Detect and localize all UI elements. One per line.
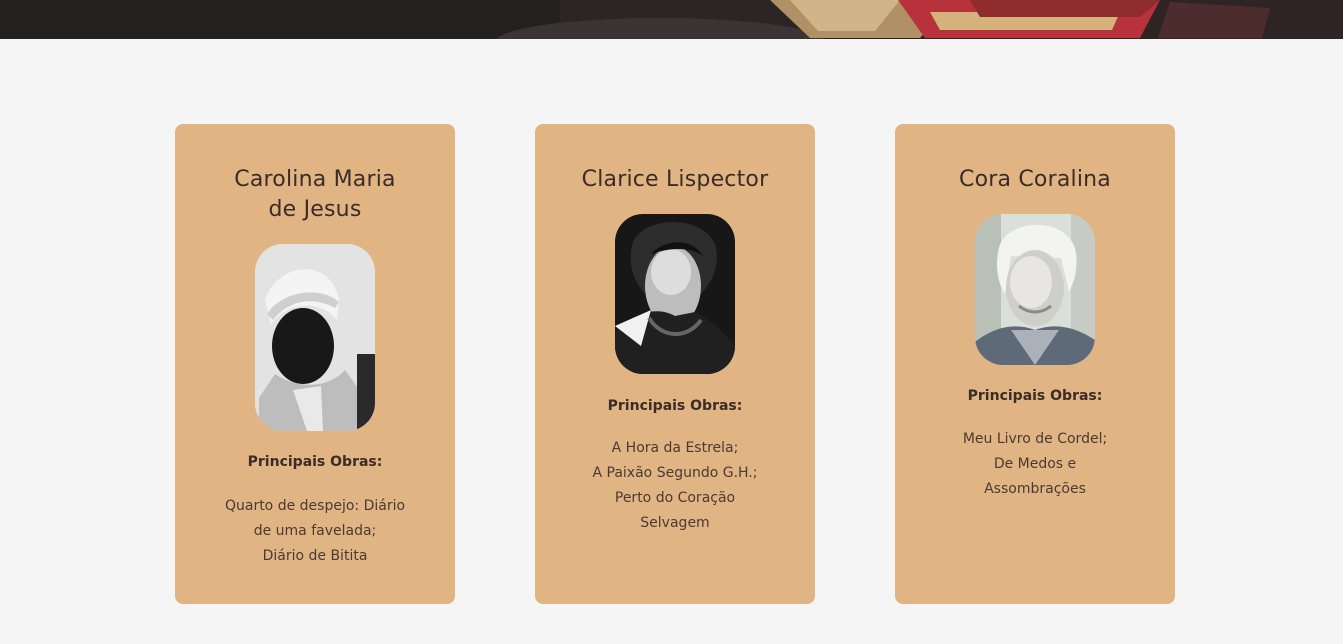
books-image (0, 0, 1343, 39)
author-name-line: de Jesus (268, 197, 362, 222)
author-name-line: Carolina Maria (234, 167, 396, 192)
work-item: Diário de Bitita (262, 548, 368, 564)
author-name: Carolina Maria de Jesus (175, 165, 455, 225)
work-item: Meu Livro de Cordel; (962, 431, 1108, 447)
work-item: A Paixão Segundo G.H.; (592, 465, 758, 481)
author-portrait-icon (255, 244, 375, 431)
author-card-cora: Cora Coralina Principais Obras: Meu Livr… (895, 124, 1175, 604)
work-item: Assombrações (984, 481, 1086, 497)
author-card-clarice: Clarice Lispector Principais Obras: A Ho… (535, 124, 815, 604)
work-item: Selvagem (640, 515, 710, 531)
hero-image-strip (0, 0, 1343, 39)
work-item: Perto do Coração (614, 490, 736, 506)
works-list: A Hora da Estrela; A Paixão Segundo G.H.… (565, 436, 785, 536)
authors-section: Carolina Maria de Jesus Principais Obras… (175, 124, 1175, 604)
author-name: Clarice Lispector (535, 165, 815, 195)
author-name: Cora Coralina (895, 165, 1175, 195)
works-list: Meu Livro de Cordel; De Medos e Assombra… (925, 427, 1145, 502)
works-list: Quarto de despejo: Diário de uma favelad… (205, 494, 425, 569)
works-heading: Principais Obras: (247, 454, 383, 470)
author-portrait-icon (615, 214, 735, 374)
works-heading: Principais Obras: (607, 398, 743, 414)
work-item: de uma favelada; (253, 523, 377, 539)
work-item: De Medos e (993, 456, 1077, 472)
author-name-line: Clarice Lispector (581, 167, 769, 192)
author-card-carolina: Carolina Maria de Jesus Principais Obras… (175, 124, 455, 604)
work-item: Quarto de despejo: Diário (224, 498, 406, 514)
author-portrait-icon (975, 214, 1095, 365)
works-heading: Principais Obras: (967, 388, 1103, 404)
author-name-line: Cora Coralina (959, 167, 1111, 192)
work-item: A Hora da Estrela; (611, 440, 739, 456)
